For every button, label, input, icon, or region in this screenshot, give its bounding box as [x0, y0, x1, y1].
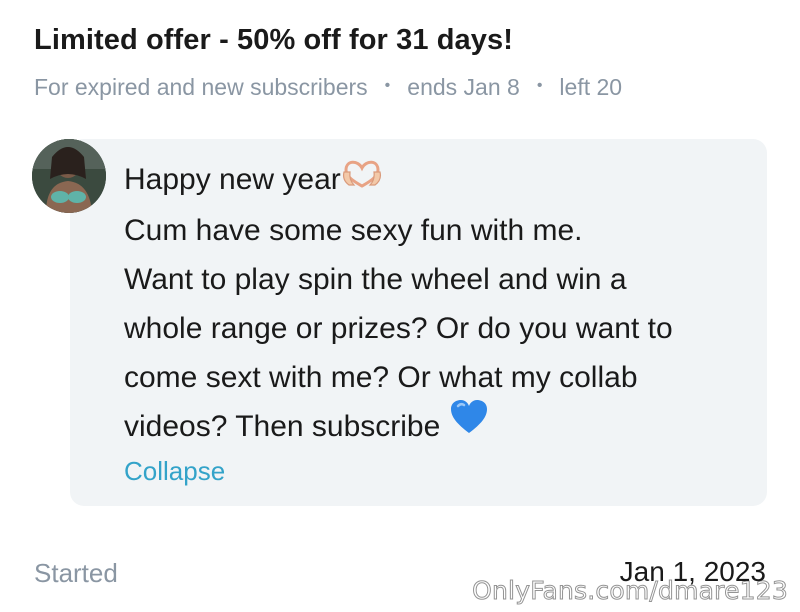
profile-avatar-icon — [32, 139, 106, 213]
offer-meta: For expired and new subscribers • ends J… — [34, 74, 622, 101]
offer-end-date: ends Jan 8 — [407, 74, 520, 100]
started-label: Started — [34, 558, 118, 588]
offer-audience: For expired and new subscribers — [34, 74, 368, 100]
meta-separator: • — [536, 76, 543, 94]
meta-separator: • — [384, 76, 391, 94]
offer-remaining: left 20 — [559, 74, 623, 100]
collapse-link[interactable]: Collapse — [124, 456, 225, 487]
blue-heart-emoji-icon — [449, 399, 489, 450]
message-line: Cum have some sexy fun with me. — [124, 213, 583, 247]
message-body: Happy new year Cum have some sexy fun wi… — [124, 155, 744, 453]
message-line: Want to play spin the wheel and win a — [124, 262, 627, 296]
heart-hands-emoji-icon — [341, 154, 383, 203]
message-line: come sext with me? Or what my collab — [124, 360, 638, 394]
offer-title: Limited offer - 50% off for 31 days! — [34, 24, 513, 56]
message-line-text: Happy new year — [124, 163, 341, 196]
message-line: whole range or prizes? Or do you want to — [124, 311, 673, 345]
avatar[interactable] — [32, 139, 106, 213]
message-line: videos? Then subscribe — [124, 399, 744, 454]
offer-page: Limited offer - 50% off for 31 days! For… — [0, 0, 800, 612]
message-line-text: videos? Then subscribe — [124, 409, 441, 443]
message-line: Happy new year — [124, 155, 744, 206]
watermark: OnlyFans.com/dmare123 — [472, 576, 789, 606]
